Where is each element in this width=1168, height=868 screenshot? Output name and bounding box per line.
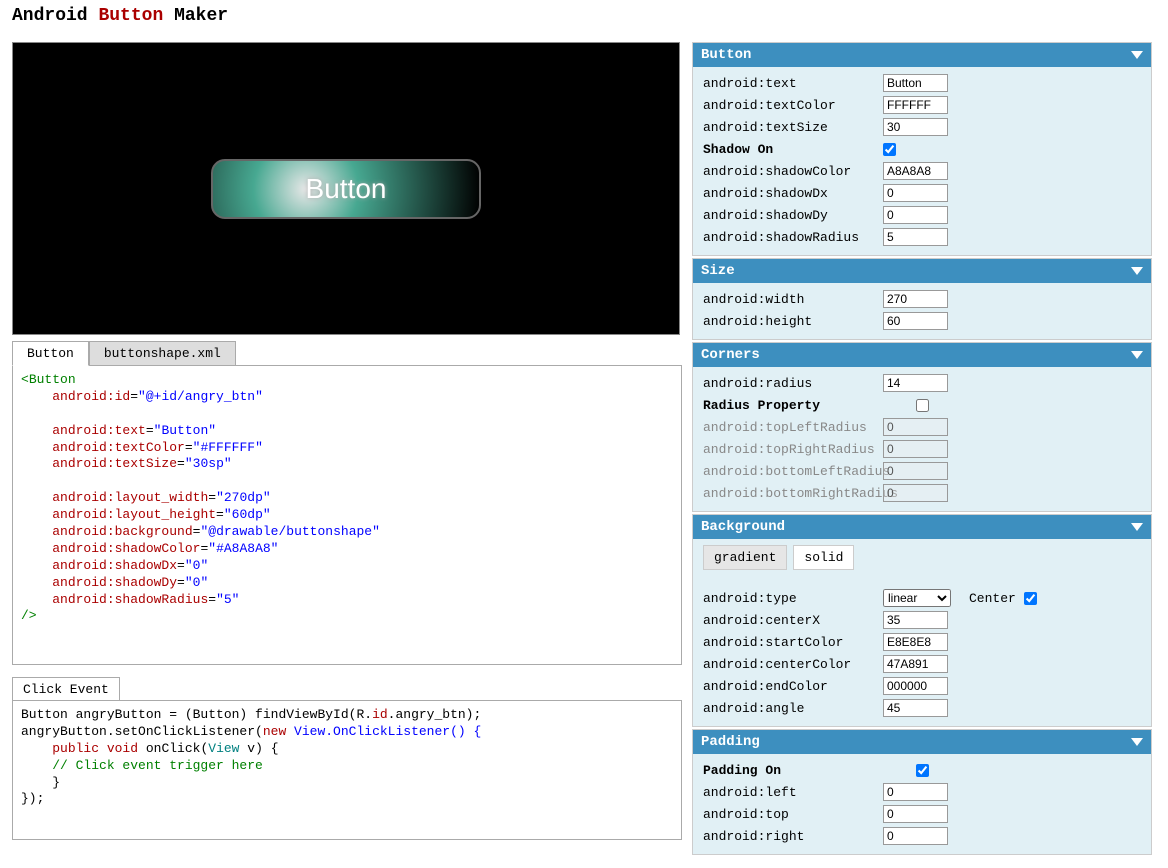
lbl-text: android:text bbox=[703, 76, 883, 91]
check-radius-prop[interactable] bbox=[916, 399, 929, 412]
lbl-center: Center bbox=[969, 591, 1016, 606]
lbl-pad-right: android:right bbox=[703, 829, 883, 844]
input-shadowdy[interactable] bbox=[883, 206, 948, 224]
lbl-bl-radius: android:bottomLeftRadius bbox=[703, 464, 883, 479]
panel-padding: Padding Padding On android:left android:… bbox=[692, 729, 1152, 855]
lbl-radius-prop: Radius Property bbox=[703, 398, 883, 413]
panel-button-header[interactable]: Button bbox=[693, 43, 1151, 67]
lbl-tl-radius: android:topLeftRadius bbox=[703, 420, 883, 435]
panel-padding-header[interactable]: Padding bbox=[693, 730, 1151, 754]
input-centerx[interactable] bbox=[883, 611, 948, 629]
input-bl-radius bbox=[883, 462, 948, 480]
lbl-startcolor: android:startColor bbox=[703, 635, 883, 650]
lbl-pad-left: android:left bbox=[703, 785, 883, 800]
chevron-down-icon bbox=[1131, 523, 1143, 531]
input-endcolor[interactable] bbox=[883, 677, 948, 695]
check-shadow-on[interactable] bbox=[883, 143, 896, 156]
tab-buttonshape-xml[interactable]: buttonshape.xml bbox=[89, 341, 236, 366]
input-shadowcolor[interactable] bbox=[883, 162, 948, 180]
chevron-down-icon bbox=[1131, 51, 1143, 59]
xml-code-box: <Button android:id="@+id/angry_btn" andr… bbox=[12, 365, 682, 665]
input-tr-radius bbox=[883, 440, 948, 458]
input-pad-left[interactable] bbox=[883, 783, 948, 801]
check-padding-on[interactable] bbox=[916, 764, 929, 777]
lbl-endcolor: android:endColor bbox=[703, 679, 883, 694]
click-code-box: Button angryButton = (Button) findViewBy… bbox=[12, 700, 682, 840]
lbl-textsize: android:textSize bbox=[703, 120, 883, 135]
tab-button-xml[interactable]: Button bbox=[12, 341, 89, 366]
input-text[interactable] bbox=[883, 74, 948, 92]
input-centercolor[interactable] bbox=[883, 655, 948, 673]
lbl-centercolor: android:centerColor bbox=[703, 657, 883, 672]
input-textcolor[interactable] bbox=[883, 96, 948, 114]
tab-solid[interactable]: solid bbox=[793, 545, 854, 570]
input-angle[interactable] bbox=[883, 699, 948, 717]
preview-button[interactable]: Button bbox=[211, 159, 481, 219]
panel-background: Background gradient solid android:type l… bbox=[692, 514, 1152, 727]
lbl-padding-on: Padding On bbox=[703, 763, 883, 778]
tab-gradient[interactable]: gradient bbox=[703, 545, 787, 570]
select-bg-type[interactable]: linear bbox=[883, 589, 951, 607]
preview-canvas: Button bbox=[12, 42, 680, 335]
lbl-angle: android:angle bbox=[703, 701, 883, 716]
lbl-shadowdx: android:shadowDx bbox=[703, 186, 883, 201]
input-shadowradius[interactable] bbox=[883, 228, 948, 246]
input-br-radius bbox=[883, 484, 948, 502]
click-event-header: Click Event bbox=[12, 677, 120, 701]
lbl-shadowdy: android:shadowDy bbox=[703, 208, 883, 223]
input-pad-top[interactable] bbox=[883, 805, 948, 823]
lbl-radius: android:radius bbox=[703, 376, 883, 391]
input-shadowdx[interactable] bbox=[883, 184, 948, 202]
lbl-centerx: android:centerX bbox=[703, 613, 883, 628]
panel-background-header[interactable]: Background bbox=[693, 515, 1151, 539]
page-title: Android Button Maker bbox=[0, 0, 1168, 26]
input-height[interactable] bbox=[883, 312, 948, 330]
panel-button: Button android:text android:textColor an… bbox=[692, 42, 1152, 256]
panel-corners-header[interactable]: Corners bbox=[693, 343, 1151, 367]
lbl-shadowradius: android:shadowRadius bbox=[703, 230, 883, 245]
lbl-shadowcolor: android:shadowColor bbox=[703, 164, 883, 179]
input-tl-radius bbox=[883, 418, 948, 436]
input-pad-right[interactable] bbox=[883, 827, 948, 845]
panel-size: Size android:width android:height bbox=[692, 258, 1152, 340]
lbl-tr-radius: android:topRightRadius bbox=[703, 442, 883, 457]
input-width[interactable] bbox=[883, 290, 948, 308]
check-center[interactable] bbox=[1024, 592, 1037, 605]
chevron-down-icon bbox=[1131, 351, 1143, 359]
chevron-down-icon bbox=[1131, 267, 1143, 275]
input-startcolor[interactable] bbox=[883, 633, 948, 651]
lbl-br-radius: android:bottomRightRadius bbox=[703, 486, 883, 501]
lbl-pad-top: android:top bbox=[703, 807, 883, 822]
lbl-height: android:height bbox=[703, 314, 883, 329]
panel-corners: Corners android:radius Radius Property a… bbox=[692, 342, 1152, 512]
lbl-shadow-on: Shadow On bbox=[703, 142, 883, 157]
chevron-down-icon bbox=[1131, 738, 1143, 746]
lbl-textcolor: android:textColor bbox=[703, 98, 883, 113]
lbl-width: android:width bbox=[703, 292, 883, 307]
input-textsize[interactable] bbox=[883, 118, 948, 136]
input-radius[interactable] bbox=[883, 374, 948, 392]
lbl-bg-type: android:type bbox=[703, 591, 883, 606]
panel-size-header[interactable]: Size bbox=[693, 259, 1151, 283]
